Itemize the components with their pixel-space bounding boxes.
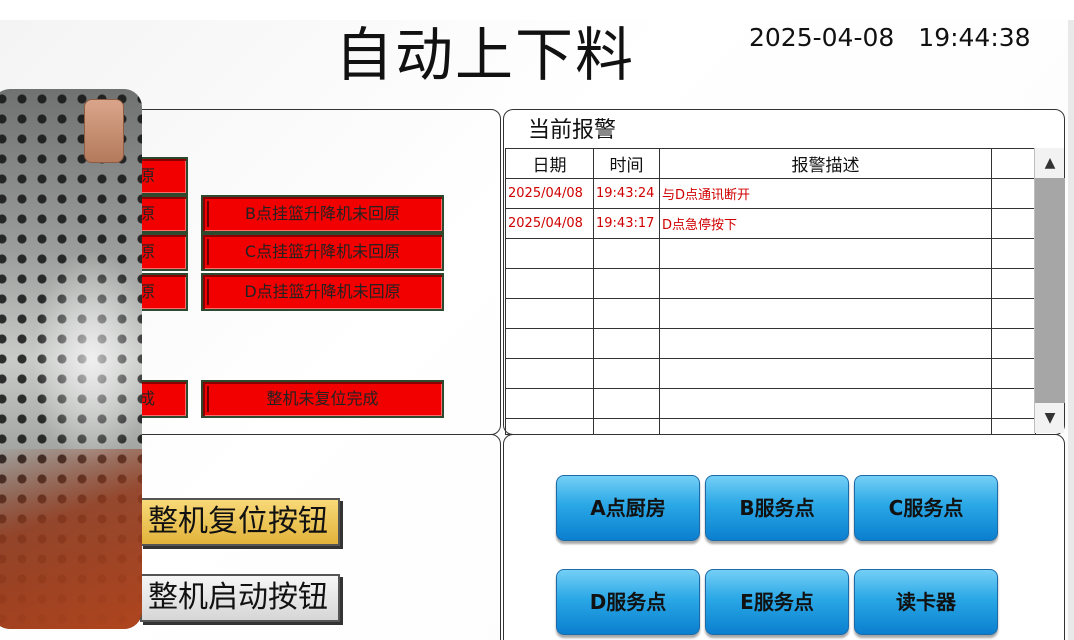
table-row-empty: [505, 328, 1036, 359]
column-header-date: 日期: [505, 148, 594, 179]
alarm-extra: [991, 178, 1036, 209]
alarm-panel-title: 当前报警: [528, 118, 617, 143]
table-row-empty: [505, 298, 1036, 329]
alarm-description: D点急停按下: [659, 208, 992, 239]
table-row-empty: [505, 358, 1036, 389]
table-row[interactable]: 2025/04/08 19:43:17 D点急停按下: [505, 208, 1036, 239]
column-header-time: 时间: [593, 148, 660, 179]
nav-button-c-service[interactable]: C服务点: [854, 475, 998, 541]
datetime-display: 2025-04-08 19:44:38: [749, 22, 1031, 54]
light-reflection: [32, 249, 142, 469]
alarm-lamp-c-lift: C点挂篮升降机未回原: [201, 233, 444, 271]
alarm-time: 19:43:17: [593, 208, 660, 239]
alarm-table-scrollbar[interactable]: ▲ ▼: [1034, 148, 1065, 433]
scrollbar-thumb[interactable]: [1035, 178, 1065, 403]
alarm-extra: [991, 208, 1036, 239]
screen-edge: [1068, 20, 1074, 640]
scroll-down-icon[interactable]: ▼: [1035, 403, 1065, 433]
alarm-date: 2025/04/08: [505, 208, 594, 239]
scroll-up-icon[interactable]: ▲: [1035, 148, 1065, 178]
camera-preview-overlay[interactable]: [0, 89, 142, 629]
machine-start-button[interactable]: 整机启动按钮: [140, 574, 340, 622]
nav-button-card-reader[interactable]: 读卡器: [854, 569, 998, 635]
alarm-table-header: 日期 时间 报警描述: [505, 148, 1036, 179]
alarm-lamp-label: B点挂篮升降机未回原: [245, 204, 400, 223]
table-row-empty: [505, 268, 1036, 299]
nav-button-a-kitchen[interactable]: A点厨房: [556, 475, 700, 541]
alarm-lamp-b-lift: B点挂篮升降机未回原: [201, 195, 444, 233]
nav-button-d-service[interactable]: D服务点: [556, 569, 700, 635]
alarm-lamp-d-lift: D点挂篮升降机未回原: [201, 273, 444, 311]
time-readout: 19:44:38: [918, 23, 1031, 52]
alarm-lamp-machine-reset: 整机未复位完成: [201, 380, 444, 418]
table-row[interactable]: 2025/04/08 19:43:24 与D点通讯断开: [505, 178, 1036, 209]
top-band: [0, 0, 1074, 20]
copper-surface: [0, 449, 142, 629]
date-readout: 2025-04-08: [749, 23, 895, 52]
table-row-empty: [505, 238, 1036, 269]
machine-reset-button[interactable]: 整机复位按钮: [140, 498, 340, 546]
nav-button-b-service[interactable]: B服务点: [705, 475, 849, 541]
nav-button-e-service[interactable]: E服务点: [705, 569, 849, 635]
table-row-empty: [505, 418, 1036, 435]
page-title: 自动上下料: [335, 21, 636, 89]
alarm-description: 与D点通讯断开: [659, 178, 992, 209]
column-header-blank: [991, 148, 1036, 179]
alarm-time: 19:43:24: [593, 178, 660, 209]
alarm-lamp-label: D点挂篮升降机未回原: [244, 282, 401, 301]
table-row-empty: [505, 388, 1036, 419]
column-header-description: 报警描述: [659, 148, 992, 179]
alarm-lamp-label: C点挂篮升降机未回原: [244, 242, 401, 261]
avatar: [84, 99, 124, 163]
alarm-date: 2025/04/08: [505, 178, 594, 209]
alarm-table: 日期 时间 报警描述 2025/04/08 19:43:24 与D点通讯断开 2…: [505, 148, 1036, 435]
alarm-lamp-label: 整机未复位完成: [266, 389, 379, 408]
